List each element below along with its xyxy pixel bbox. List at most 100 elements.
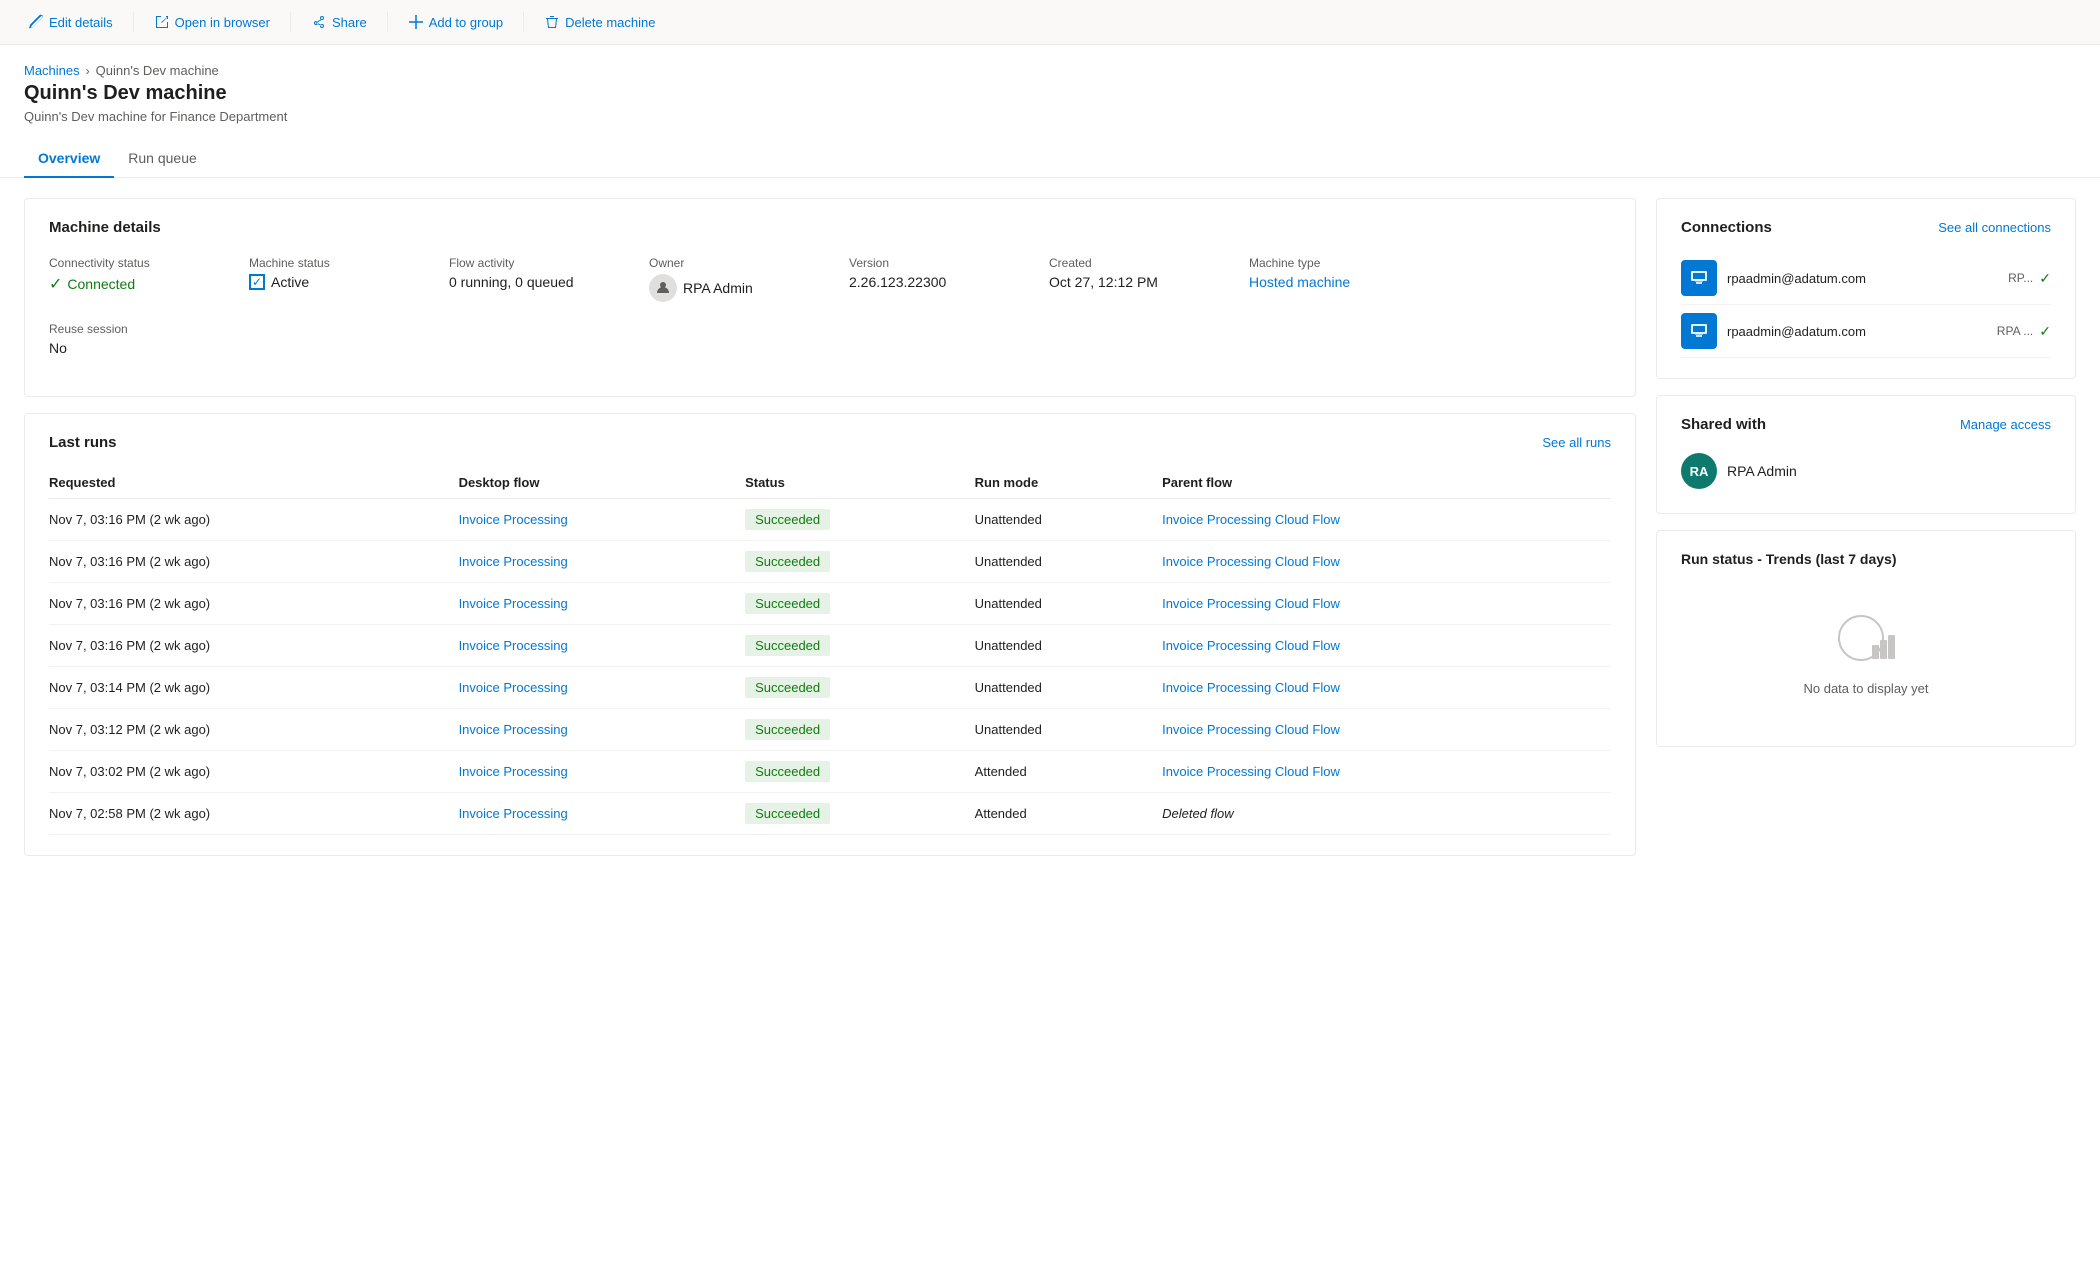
status-badge: Succeeded — [745, 677, 830, 698]
share-label: Share — [332, 15, 367, 30]
main-layout: Machine details Connectivity status ✓ Co… — [0, 178, 2100, 876]
reuse-session-value: No — [49, 340, 209, 356]
cell-parent-flow: Invoice Processing Cloud Flow — [1162, 751, 1611, 793]
delete-machine-button[interactable]: Delete machine — [536, 10, 663, 34]
cell-run-mode: Unattended — [975, 667, 1162, 709]
table-row: Nov 7, 03:16 PM (2 wk ago) Invoice Proce… — [49, 499, 1611, 541]
cell-parent-flow: Invoice Processing Cloud Flow — [1162, 667, 1611, 709]
last-runs-card: Last runs See all runs Requested Desktop… — [24, 413, 1636, 856]
edit-details-button[interactable]: Edit details — [20, 10, 121, 34]
table-row: Nov 7, 03:02 PM (2 wk ago) Invoice Proce… — [49, 751, 1611, 793]
cell-run-mode: Attended — [975, 793, 1162, 835]
see-all-connections-link[interactable]: See all connections — [1938, 220, 2051, 235]
status-badge: Succeeded — [745, 635, 830, 656]
owner-value: RPA Admin — [649, 274, 809, 302]
machine-type-item: Machine type Hosted machine — [1249, 256, 1409, 302]
cell-status: Succeeded — [745, 499, 975, 541]
col-status: Status — [745, 467, 975, 499]
version-label: Version — [849, 256, 1009, 270]
last-runs-header: Last runs See all runs — [49, 434, 1611, 451]
created-item: Created Oct 27, 12:12 PM — [1049, 256, 1209, 302]
reuse-session-label: Reuse session — [49, 322, 209, 336]
cell-requested: Nov 7, 03:16 PM (2 wk ago) — [49, 499, 459, 541]
cell-status: Succeeded — [745, 625, 975, 667]
edit-details-label: Edit details — [49, 15, 113, 30]
cell-requested: Nov 7, 03:14 PM (2 wk ago) — [49, 667, 459, 709]
connections-header: Connections See all connections — [1681, 219, 2051, 236]
table-row: Nov 7, 03:16 PM (2 wk ago) Invoice Proce… — [49, 625, 1611, 667]
status-badge: Succeeded — [745, 551, 830, 572]
flow-activity-item: Flow activity 0 running, 0 queued — [449, 256, 609, 302]
cell-desktop-flow: Invoice Processing — [459, 625, 746, 667]
owner-avatar — [649, 274, 677, 302]
cell-requested: Nov 7, 03:16 PM (2 wk ago) — [49, 625, 459, 667]
delete-machine-label: Delete machine — [565, 15, 655, 30]
runs-table: Requested Desktop flow Status Run mode P… — [49, 467, 1611, 835]
shared-user-item: RA RPA Admin — [1681, 449, 2051, 493]
connection-status: RP... ✓ — [2008, 270, 2051, 287]
last-runs-title: Last runs — [49, 434, 117, 451]
machine-status-item: Machine status ✓ Active — [249, 256, 409, 302]
col-parent-flow: Parent flow — [1162, 467, 1611, 499]
add-to-group-icon — [408, 14, 424, 30]
cell-desktop-flow: Invoice Processing — [459, 793, 746, 835]
tab-overview[interactable]: Overview — [24, 140, 114, 178]
cell-parent-flow: Invoice Processing Cloud Flow — [1162, 625, 1611, 667]
connectivity-label: Connectivity status — [49, 256, 209, 270]
created-value: Oct 27, 12:12 PM — [1049, 274, 1209, 290]
cell-parent-flow: Invoice Processing Cloud Flow — [1162, 583, 1611, 625]
share-icon — [311, 14, 327, 30]
owner-item: Owner RPA Admin — [649, 256, 809, 302]
cell-status: Succeeded — [745, 793, 975, 835]
separator — [523, 12, 524, 32]
no-data-text: No data to display yet — [1803, 681, 1928, 696]
cell-run-mode: Unattended — [975, 541, 1162, 583]
connection-item: rpaadmin@adatum.com RPA ... ✓ — [1681, 305, 2051, 358]
share-button[interactable]: Share — [303, 10, 375, 34]
machine-status-value: ✓ Active — [249, 274, 409, 290]
cell-desktop-flow: Invoice Processing — [459, 709, 746, 751]
status-badge: Succeeded — [745, 593, 830, 614]
tab-run-queue[interactable]: Run queue — [114, 140, 211, 178]
connection-icon — [1681, 260, 1717, 296]
cell-run-mode: Unattended — [975, 499, 1162, 541]
cell-status: Succeeded — [745, 667, 975, 709]
cell-run-mode: Attended — [975, 751, 1162, 793]
cell-desktop-flow: Invoice Processing — [459, 667, 746, 709]
trends-title: Run status - Trends (last 7 days) — [1681, 551, 2051, 567]
status-badge: Succeeded — [745, 719, 830, 740]
version-item: Version 2.26.123.22300 — [849, 256, 1009, 302]
open-browser-label: Open in browser — [175, 15, 270, 30]
cell-status: Succeeded — [745, 751, 975, 793]
machine-type-label: Machine type — [1249, 256, 1409, 270]
table-row: Nov 7, 02:58 PM (2 wk ago) Invoice Proce… — [49, 793, 1611, 835]
table-row: Nov 7, 03:12 PM (2 wk ago) Invoice Proce… — [49, 709, 1611, 751]
add-to-group-button[interactable]: Add to group — [400, 10, 511, 34]
tabs-nav: Overview Run queue — [0, 140, 2100, 178]
shared-with-list: RA RPA Admin — [1681, 449, 2051, 493]
cell-parent-flow: Invoice Processing Cloud Flow — [1162, 499, 1611, 541]
separator — [387, 12, 388, 32]
cell-desktop-flow: Invoice Processing — [459, 751, 746, 793]
connections-card: Connections See all connections rpaadmin… — [1656, 198, 2076, 379]
machine-type-value[interactable]: Hosted machine — [1249, 274, 1409, 290]
machine-status-label: Machine status — [249, 256, 409, 270]
open-browser-button[interactable]: Open in browser — [146, 10, 278, 34]
cell-parent-flow: Invoice Processing Cloud Flow — [1162, 709, 1611, 751]
cell-run-mode: Unattended — [975, 583, 1162, 625]
see-all-runs-link[interactable]: See all runs — [1542, 435, 1611, 450]
cell-requested: Nov 7, 02:58 PM (2 wk ago) — [49, 793, 459, 835]
trends-card: Run status - Trends (last 7 days) No dat… — [1656, 530, 2076, 747]
connections-title: Connections — [1681, 219, 1772, 236]
flow-activity-value: 0 running, 0 queued — [449, 274, 609, 290]
right-column: Connections See all connections rpaadmin… — [1656, 198, 2076, 747]
owner-label: Owner — [649, 256, 809, 270]
status-badge: Succeeded — [745, 761, 830, 782]
connection-email: rpaadmin@adatum.com — [1727, 271, 1998, 286]
cell-status: Succeeded — [745, 583, 975, 625]
cell-parent-flow: Invoice Processing Cloud Flow — [1162, 541, 1611, 583]
breadcrumb-machines-link[interactable]: Machines — [24, 63, 80, 78]
manage-access-link[interactable]: Manage access — [1960, 417, 2051, 432]
no-data-icon — [1836, 613, 1896, 671]
cell-status: Succeeded — [745, 541, 975, 583]
